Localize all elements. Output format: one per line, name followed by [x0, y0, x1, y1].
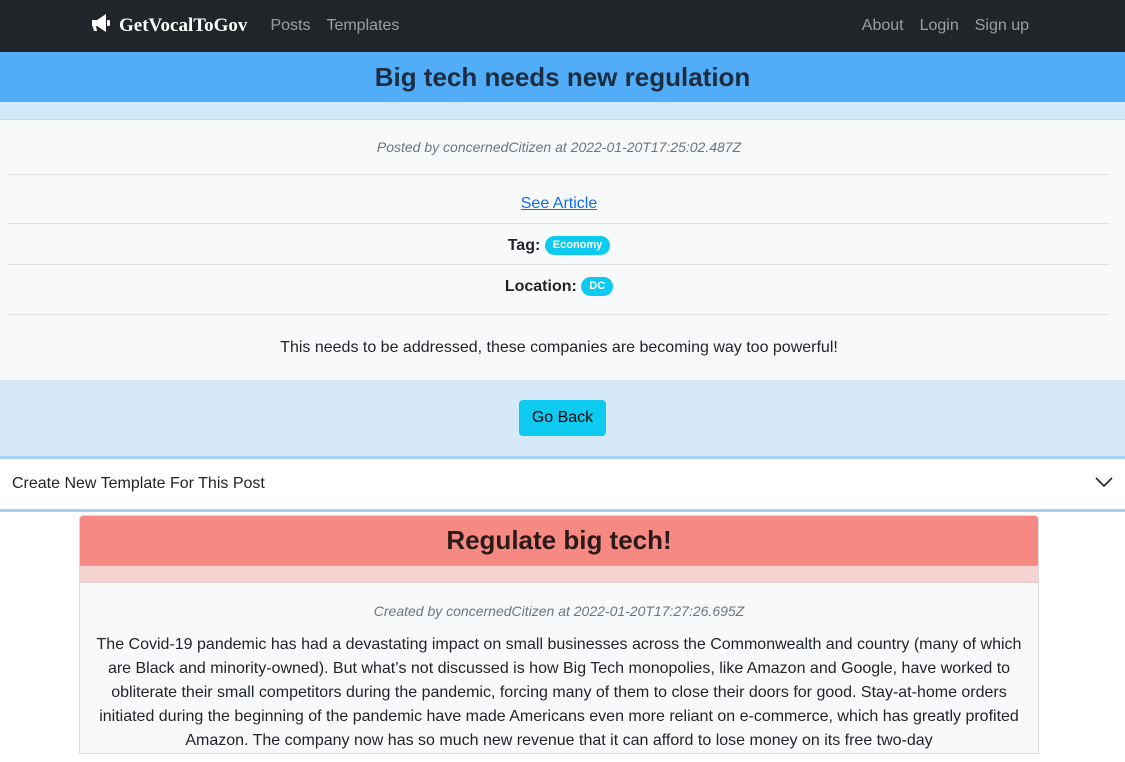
post-header-strip [0, 102, 1125, 120]
back-area: Go Back [0, 380, 1125, 459]
tag-row: Tag: Economy [8, 224, 1110, 265]
post-body-text: This needs to be addressed, these compan… [280, 339, 838, 356]
nav-link-templates[interactable]: Templates [326, 17, 399, 35]
tag-label: Tag: [507, 237, 541, 254]
accordion-label: Create New Template For This Post [12, 475, 265, 492]
brand-name: GetVocalToGov [119, 15, 248, 36]
template-header: Regulate big tech! [80, 516, 1038, 566]
post-header: Big tech needs new regulation [0, 52, 1125, 102]
nav-right: About Login Sign up [846, 17, 1035, 35]
see-article-link[interactable]: See Article [521, 195, 597, 212]
nav-link-signup[interactable]: Sign up [975, 17, 1029, 35]
template-meta: Created by concernedCitizen at 2022-01-2… [373, 603, 745, 619]
location-badge: DC [581, 277, 614, 297]
chevron-down-icon[interactable] [1095, 475, 1113, 493]
template-title: Regulate big tech! [446, 525, 672, 555]
navbar: GetVocalToGov Posts Templates About Logi… [0, 0, 1125, 52]
nav-link-login[interactable]: Login [920, 17, 959, 35]
create-template-accordion[interactable]: Create New Template For This Post [0, 459, 1125, 512]
go-back-button[interactable]: Go Back [518, 400, 607, 436]
template-body-text: The Covid-19 pandemic has had a devastat… [96, 636, 1022, 749]
template-header-strip [80, 566, 1038, 583]
post-meta: Posted by concernedCitizen at 2022-01-20… [8, 120, 1110, 175]
megaphone-icon [90, 13, 119, 39]
post-title: Big tech needs new regulation [374, 61, 751, 92]
nav-link-about[interactable]: About [862, 17, 904, 35]
post-body: Posted by concernedCitizen at 2022-01-20… [0, 120, 1125, 380]
brand-link[interactable]: GetVocalToGov [90, 13, 247, 39]
article-row: See Article [8, 175, 1110, 224]
template-card: Regulate big tech! Created by concernedC… [79, 515, 1039, 754]
nav-link-posts[interactable]: Posts [270, 17, 310, 35]
tag-badge: Economy [544, 236, 611, 256]
location-row: Location: DC [8, 265, 1110, 315]
location-label: Location: [504, 278, 577, 295]
